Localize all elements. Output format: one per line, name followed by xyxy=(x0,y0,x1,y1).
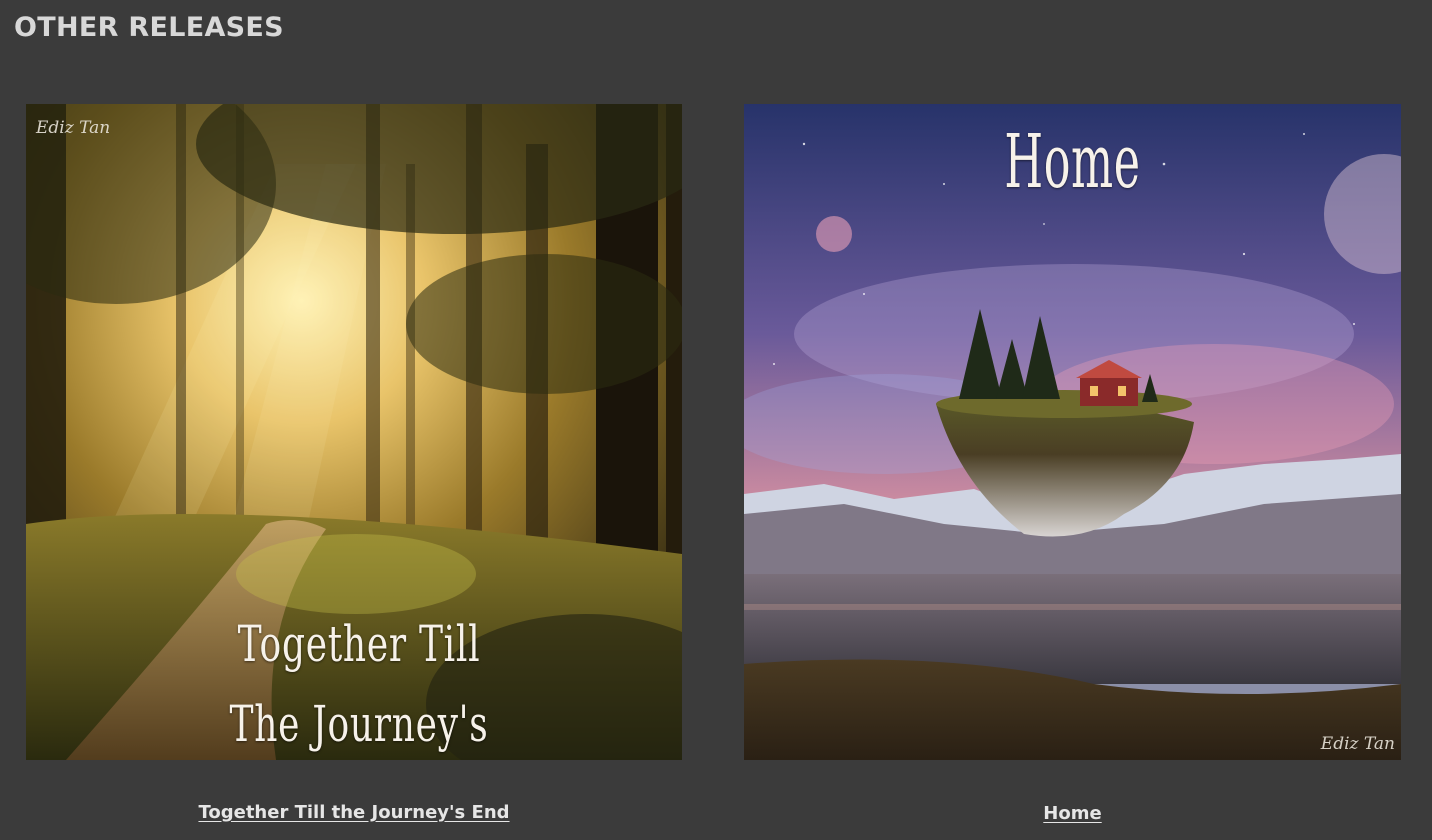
cover-title-text: Home xyxy=(1004,119,1141,205)
album-cover-image[interactable]: Home Ediz Tan xyxy=(744,104,1401,760)
artist-signature: Ediz Tan xyxy=(1320,734,1395,754)
release-card: Ediz Tan Together Till The Journey's End… xyxy=(26,104,682,823)
album-cover-image[interactable]: Ediz Tan Together Till The Journey's End xyxy=(26,104,682,760)
release-card: Home Ediz Tan Home xyxy=(744,104,1401,824)
release-title-link[interactable]: Home xyxy=(744,803,1401,824)
artist-signature: Ediz Tan xyxy=(36,118,111,138)
section-title: OTHER RELEASES xyxy=(14,12,284,43)
cover-title-text: Together Till The Journey's End xyxy=(229,615,489,753)
release-title-link[interactable]: Together Till the Journey's End xyxy=(26,802,682,823)
other-releases-section: OTHER RELEASES Ediz Tan Together Till Th… xyxy=(0,0,1432,840)
